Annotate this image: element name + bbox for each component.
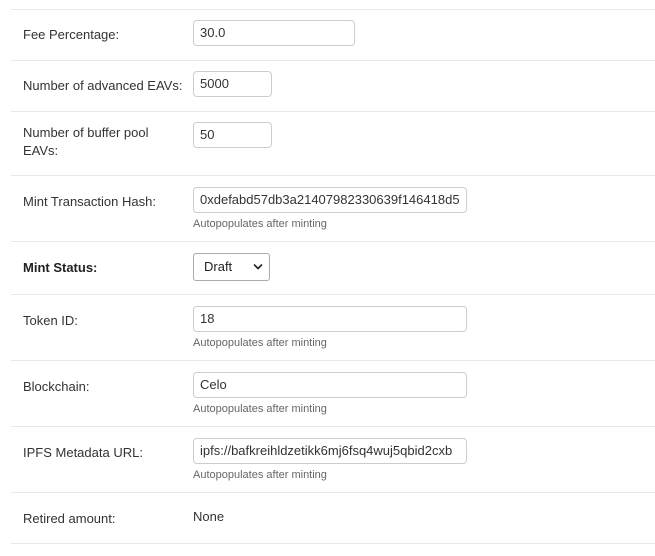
- token-id-label: Token ID:: [23, 313, 78, 328]
- form-row-ipfs-metadata-url: IPFS Metadata URL: ipfs://bafkreihldzeti…: [11, 427, 655, 493]
- ipfs-metadata-url-help: Autopopulates after minting: [193, 469, 327, 481]
- mint-status-label: Mint Status:: [23, 260, 98, 275]
- token-id-input[interactable]: 18: [193, 306, 467, 332]
- form-row-retired-amount: Retired amount: None: [11, 493, 655, 544]
- buffer-pool-eavs-input[interactable]: 50: [193, 122, 272, 148]
- form-row-advanced-eavs: Number of advanced EAVs: 5000: [11, 61, 655, 112]
- token-id-help: Autopopulates after minting: [193, 337, 327, 349]
- form-row-fee-percentage: Fee Percentage: 30.0: [11, 9, 655, 61]
- ipfs-metadata-url-input[interactable]: ipfs://bafkreihldzetikk6mj6fsq4wuj5qbid2…: [193, 438, 467, 464]
- mint-transaction-hash-label: Mint Transaction Hash:: [23, 194, 156, 209]
- retired-amount-label: Retired amount:: [23, 511, 116, 526]
- chevron-down-icon: [253, 264, 263, 270]
- retired-amount-value: None: [193, 509, 225, 524]
- form-row-mint-transaction-hash: Mint Transaction Hash: 0xdefabd57db3a214…: [11, 176, 655, 242]
- form-row-mint-status: Mint Status: Draft: [11, 242, 655, 295]
- blockchain-help: Autopopulates after minting: [193, 403, 327, 415]
- fee-percentage-input[interactable]: 30.0: [193, 20, 355, 46]
- advanced-eavs-input[interactable]: 5000: [193, 71, 272, 97]
- form-row-buffer-pool-eavs: Number of buffer pool EAVs: 50: [11, 112, 655, 176]
- form-row-blockchain: Blockchain: Celo Autopopulates after min…: [11, 361, 655, 427]
- mint-transaction-hash-help: Autopopulates after minting: [193, 218, 327, 230]
- mint-status-select[interactable]: Draft: [193, 253, 270, 281]
- admin-change-form: Fee Percentage: 30.0 Number of advanced …: [11, 0, 655, 544]
- fee-percentage-label: Fee Percentage:: [23, 27, 120, 42]
- ipfs-metadata-url-label: IPFS Metadata URL:: [23, 445, 143, 460]
- form-row-token-id: Token ID: 18 Autopopulates after minting: [11, 295, 655, 361]
- mint-transaction-hash-input[interactable]: 0xdefabd57db3a21407982330639f146418d5: [193, 187, 467, 213]
- blockchain-label: Blockchain:: [23, 379, 90, 394]
- blockchain-input[interactable]: Celo: [193, 372, 467, 398]
- advanced-eavs-label: Number of advanced EAVs:: [23, 78, 183, 93]
- mint-status-selected-value: Draft: [204, 259, 233, 274]
- buffer-pool-eavs-label: Number of buffer pool EAVs:: [23, 125, 149, 158]
